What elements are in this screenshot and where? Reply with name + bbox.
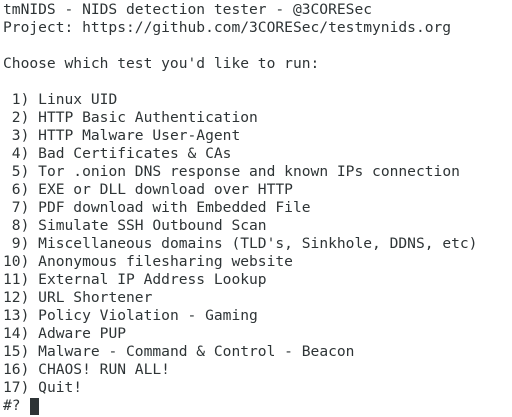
menu-item-label: HTTP Basic Authentication bbox=[38, 109, 258, 126]
menu-item-number: 14) bbox=[3, 325, 39, 342]
menu-item-label: Quit! bbox=[38, 379, 83, 396]
menu-item-number: 8) bbox=[3, 217, 39, 234]
menu-item-label: HTTP Malware User-Agent bbox=[38, 127, 241, 144]
menu-item-misc-domains[interactable]: 9) Miscellaneous domains (TLD's, Sinkhol… bbox=[3, 235, 512, 253]
menu-item-label: PDF download with Embedded File bbox=[38, 199, 311, 216]
menu-item-label: Malware - Command & Control - Beacon bbox=[38, 343, 355, 360]
menu-item-label: External IP Address Lookup bbox=[38, 271, 267, 288]
cursor-block bbox=[30, 397, 40, 415]
menu-item-label: Linux UID bbox=[38, 91, 118, 108]
menu-item-number: 7) bbox=[3, 199, 39, 216]
menu-item-number: 4) bbox=[3, 145, 39, 162]
menu-item-label: EXE or DLL download over HTTP bbox=[38, 181, 293, 198]
menu-item-label: Miscellaneous domains (TLD's, Sinkhole, … bbox=[38, 235, 478, 252]
menu-item-label: Anonymous filesharing website bbox=[38, 253, 293, 270]
menu-item-number: 3) bbox=[3, 127, 39, 144]
instruction-text: Choose which test you'd like to run: bbox=[3, 55, 320, 72]
menu-item-policy-gaming[interactable]: 13) Policy Violation - Gaming bbox=[3, 307, 512, 325]
prompt-line[interactable]: #? bbox=[3, 397, 512, 415]
menu-item-label: Bad Certificates & CAs bbox=[38, 145, 232, 162]
project-url: Project: https://github.com/3CORESec/tes… bbox=[3, 19, 452, 36]
menu-item-number: 1) bbox=[3, 91, 39, 108]
menu-item-run-all[interactable]: 16) CHAOS! RUN ALL! bbox=[3, 361, 512, 379]
menu-item-label: CHAOS! RUN ALL! bbox=[38, 361, 170, 378]
menu-item-quit[interactable]: 17) Quit! bbox=[3, 379, 512, 397]
prompt-input[interactable] bbox=[21, 397, 30, 415]
menu-item-label: Adware PUP bbox=[38, 325, 127, 342]
app-title: tmNIDS - NIDS detection tester - @3CORES… bbox=[3, 1, 373, 18]
menu-item-number: 10) bbox=[3, 253, 39, 270]
menu-item-label: Policy Violation - Gaming bbox=[38, 307, 258, 324]
menu-item-pdf-download[interactable]: 7) PDF download with Embedded File bbox=[3, 199, 512, 217]
menu-item-number: 6) bbox=[3, 181, 39, 198]
menu-item-number: 15) bbox=[3, 343, 39, 360]
menu-item-http-malware-ua[interactable]: 3) HTTP Malware User-Agent bbox=[3, 127, 512, 145]
menu-item-number: 13) bbox=[3, 307, 39, 324]
menu-item-external-ip[interactable]: 11) External IP Address Lookup bbox=[3, 271, 512, 289]
menu-item-http-basic-auth[interactable]: 2) HTTP Basic Authentication bbox=[3, 109, 512, 127]
menu-item-tor-onion[interactable]: 5) Tor .onion DNS response and known IPs… bbox=[3, 163, 512, 181]
menu-item-number: 12) bbox=[3, 289, 39, 306]
menu-item-label: URL Shortener bbox=[38, 289, 153, 306]
menu-item-linux-uid[interactable]: 1) Linux UID bbox=[3, 91, 512, 109]
menu-item-number: 2) bbox=[3, 109, 39, 126]
prompt-symbol: #? bbox=[3, 397, 21, 414]
menu-item-number: 16) bbox=[3, 361, 39, 378]
menu-item-number: 5) bbox=[3, 163, 39, 180]
menu-item-exe-dll-download[interactable]: 6) EXE or DLL download over HTTP bbox=[3, 181, 512, 199]
menu-item-label: Tor .onion DNS response and known IPs co… bbox=[38, 163, 460, 180]
menu-item-number: 17) bbox=[3, 379, 39, 396]
test-menu: 1) Linux UID 2) HTTP Basic Authenticatio… bbox=[3, 91, 512, 397]
terminal-window[interactable]: tmNIDS - NIDS detection tester - @3CORES… bbox=[0, 0, 512, 417]
menu-item-ssh-scan[interactable]: 8) Simulate SSH Outbound Scan bbox=[3, 217, 512, 235]
menu-item-url-shortener[interactable]: 12) URL Shortener bbox=[3, 289, 512, 307]
menu-item-adware-pup[interactable]: 14) Adware PUP bbox=[3, 325, 512, 343]
menu-item-number: 9) bbox=[3, 235, 39, 252]
menu-item-malware-c2[interactable]: 15) Malware - Command & Control - Beacon bbox=[3, 343, 512, 361]
menu-item-bad-certificates[interactable]: 4) Bad Certificates & CAs bbox=[3, 145, 512, 163]
menu-item-label: Simulate SSH Outbound Scan bbox=[38, 217, 267, 234]
menu-item-anon-filesharing[interactable]: 10) Anonymous filesharing website bbox=[3, 253, 512, 271]
menu-item-number: 11) bbox=[3, 271, 39, 288]
